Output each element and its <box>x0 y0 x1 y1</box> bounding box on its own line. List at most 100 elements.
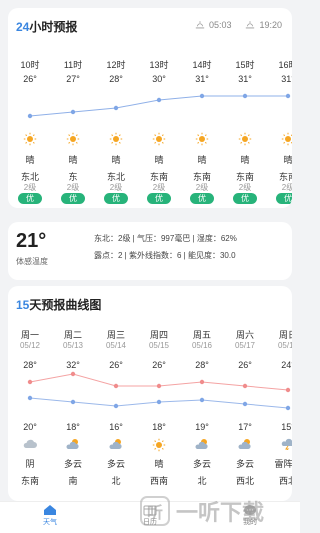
hour-wind-dir: 东 <box>68 172 78 182</box>
hour-label: 13时 <box>149 60 169 70</box>
date: 05/12 <box>19 341 41 350</box>
weekday: 周五 <box>192 330 211 340</box>
hour-label: 10时 <box>20 60 40 70</box>
high-temp: 24° <box>281 360 292 370</box>
feels-like-card: 21° 体感温度 东北：2级 | 气压：997毫巴 | 湿度：62% 露点：2 … <box>8 222 292 280</box>
hour-label: 16时 <box>278 60 292 70</box>
high-temp: 26° <box>109 360 123 370</box>
hour-label: 14时 <box>192 60 212 70</box>
calendar-icon <box>143 505 157 516</box>
aqi-label: 优 <box>276 193 292 204</box>
hourly-item: 12时 28° 晴 东北 2级 优 <box>96 58 136 204</box>
hour-wind-level: 2级 <box>281 183 292 192</box>
daily-forecast-card: 15天预报曲线图 周一 05/12 28° 20° 阴 东南 周二 05/13 3… <box>8 286 292 501</box>
cloudy-icon <box>10 438 50 454</box>
date: 05/18 <box>277 341 292 350</box>
high-temp: 26° <box>238 360 252 370</box>
low-temp: 20° <box>23 422 37 432</box>
home-icon <box>44 505 56 515</box>
weekday: 周四 <box>149 330 168 340</box>
hour-temp: 31° <box>195 74 209 84</box>
day-weather: 多云 <box>235 459 254 469</box>
hourly-item: 11时 27° 晴 东 2级 优 <box>53 58 93 204</box>
sunrise-time: 05:03 <box>208 20 232 30</box>
hour-wind-level: 2级 <box>152 183 166 192</box>
day-wind: 南 <box>68 476 78 486</box>
daily-title-number: 15 <box>16 298 30 312</box>
weekday: 周二 <box>63 330 82 340</box>
aqi-badge: 优 <box>139 193 179 204</box>
sun-times: 05:03 19:20 <box>195 20 282 30</box>
sun-icon <box>225 132 265 148</box>
sunrise-icon <box>195 21 205 29</box>
feels-like-temp: 21° <box>16 230 47 252</box>
low-temp: 15° <box>281 422 292 432</box>
hourly-title-number: 24 <box>16 20 30 34</box>
feels-like-label: 体感温度 <box>16 257 48 266</box>
daily-item: 周一 05/12 28° 20° 阴 东南 <box>10 328 50 486</box>
hour-temp: 30° <box>152 74 166 84</box>
aqi-label: 优 <box>18 193 42 204</box>
hourly-title-text: 小时预报 <box>29 20 78 34</box>
hour-label: 12时 <box>106 60 126 70</box>
low-temp: 16° <box>109 422 123 432</box>
nav-me[interactable]: 我的 <box>225 504 275 527</box>
date: 05/13 <box>62 341 84 350</box>
hour-wind-level: 2级 <box>195 183 209 192</box>
detail-row-2: 露点：2 | 紫外线指数：6 | 能见度：30.0 <box>94 251 236 260</box>
hour-temp: 27° <box>66 74 80 84</box>
nav-weather-label: 天气 <box>43 519 57 526</box>
aqi-label: 优 <box>104 193 128 204</box>
aqi-badge: 优 <box>182 193 222 204</box>
aqi-label: 优 <box>61 193 85 204</box>
partly-cloudy-icon <box>53 438 93 454</box>
hourly-item: 15时 31° 晴 东南 2级 优 <box>225 58 265 204</box>
hour-temp: 31° <box>281 74 292 84</box>
hour-wind-dir: 东南 <box>235 172 254 182</box>
hour-wind-level: 2级 <box>66 183 80 192</box>
partly-cloudy-icon <box>96 438 136 454</box>
hour-wind-level: 2级 <box>238 183 252 192</box>
date: 05/17 <box>234 341 256 350</box>
daily-item: 周四 05/15 26° 18° 晴 西南 <box>139 328 179 486</box>
low-temp: 19° <box>195 422 209 432</box>
day-weather: 多云 <box>63 459 82 469</box>
daily-title-text: 天预报曲线图 <box>29 298 102 312</box>
hourly-item: 16时 31° 晴 东南 2级 优 <box>268 58 292 204</box>
sun-icon <box>139 132 179 148</box>
partly-cloudy-icon <box>225 438 265 454</box>
high-temp: 26° <box>152 360 166 370</box>
date: 05/16 <box>191 341 213 350</box>
bottom-nav: 天气 日历 我的 <box>0 501 300 533</box>
low-temp: 17° <box>238 422 252 432</box>
aqi-label: 优 <box>233 193 257 204</box>
hour-weather: 晴 <box>197 155 207 165</box>
daily-item: 周五 05/16 28° 19° 多云 北 <box>182 328 222 486</box>
hour-wind-dir: 东南 <box>149 172 168 182</box>
sun-icon <box>139 438 179 454</box>
hour-temp: 26° <box>23 74 37 84</box>
nav-calendar[interactable]: 日历 <box>125 504 175 527</box>
nav-calendar-label: 日历 <box>143 519 157 526</box>
sun-icon <box>10 132 50 148</box>
hourly-title: 24小时预报 <box>16 18 77 35</box>
aqi-badge: 优 <box>96 193 136 204</box>
daily-item: 周日 05/18 24° 15° 雷阵雨 西北 <box>268 328 292 486</box>
hour-weather: 晴 <box>68 155 78 165</box>
high-temp: 28° <box>23 360 37 370</box>
date: 05/15 <box>148 341 170 350</box>
nav-me-label: 我的 <box>243 519 257 526</box>
nav-weather[interactable]: 天气 <box>25 504 75 527</box>
weekday: 周三 <box>106 330 125 340</box>
hourly-item: 13时 30° 晴 东南 2级 优 <box>139 58 179 204</box>
aqi-badge: 优 <box>225 193 265 204</box>
day-weather: 晴 <box>154 459 164 469</box>
day-wind: 西南 <box>149 476 168 486</box>
day-weather: 雷阵雨 <box>274 459 292 469</box>
daily-title: 15天预报曲线图 <box>16 296 101 313</box>
aqi-badge: 优 <box>268 193 292 204</box>
hour-temp: 31° <box>238 74 252 84</box>
hour-weather: 晴 <box>25 155 35 165</box>
day-weather: 多云 <box>106 459 125 469</box>
hour-label: 11时 <box>63 60 83 70</box>
